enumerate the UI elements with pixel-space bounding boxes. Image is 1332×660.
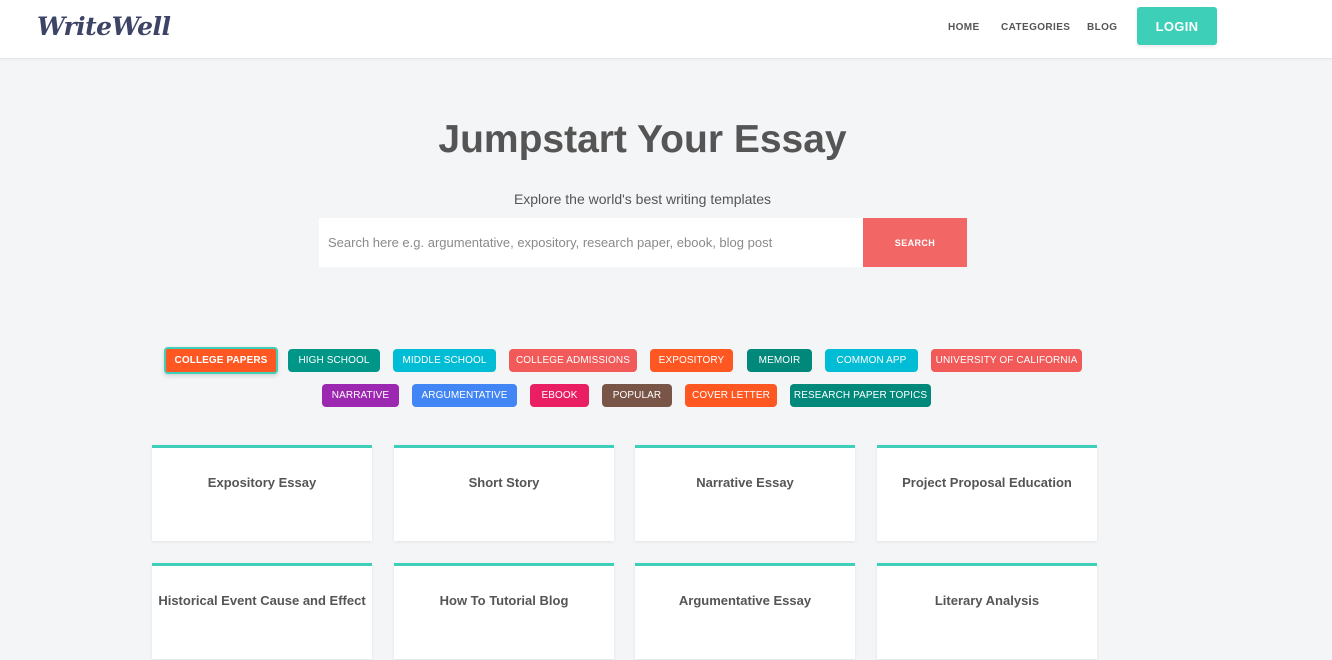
template-card-title: How To Tutorial Blog bbox=[439, 593, 569, 608]
tag-college-papers[interactable]: COLLEGE PAPERS bbox=[164, 347, 278, 374]
hero-title: Jumpstart Your Essay bbox=[438, 118, 847, 161]
tag-middle-school[interactable]: MIDDLE SCHOOL bbox=[393, 349, 496, 372]
tag-narrative[interactable]: NARRATIVE bbox=[322, 384, 399, 407]
login-button[interactable]: LOGIN bbox=[1137, 7, 1217, 45]
nav-home[interactable]: HOME bbox=[948, 22, 980, 33]
template-card[interactable]: Literary Analysis bbox=[877, 563, 1097, 659]
tag-memoir[interactable]: MEMOIR bbox=[747, 349, 812, 372]
tag-university-of-california[interactable]: UNIVERSITY OF CALIFORNIA bbox=[931, 349, 1082, 372]
logo[interactable]: WriteWell bbox=[37, 12, 171, 41]
search-button[interactable]: SEARCH bbox=[863, 218, 967, 267]
tag-expository[interactable]: EXPOSITORY bbox=[650, 349, 733, 372]
template-card-title: Literary Analysis bbox=[934, 593, 1040, 608]
template-card[interactable]: Narrative Essay bbox=[635, 445, 855, 541]
template-card-title: Narrative Essay bbox=[696, 475, 794, 490]
template-card[interactable]: Expository Essay bbox=[152, 445, 372, 541]
template-card-title: Short Story bbox=[468, 475, 540, 490]
template-card[interactable]: Historical Event Cause and Effect bbox=[152, 563, 372, 659]
tag-popular[interactable]: POPULAR bbox=[602, 384, 672, 407]
tag-common-app[interactable]: COMMON APP bbox=[825, 349, 918, 372]
nav-categories[interactable]: CATEGORIES bbox=[1001, 22, 1070, 33]
template-card[interactable]: Short Story bbox=[394, 445, 614, 541]
template-card[interactable]: Project Proposal Education bbox=[877, 445, 1097, 541]
hero-subtitle: Explore the world's best writing templat… bbox=[513, 191, 772, 207]
template-card-title: Argumentative Essay bbox=[678, 593, 812, 608]
search-input[interactable] bbox=[319, 218, 863, 267]
template-card-title: Project Proposal Education bbox=[902, 475, 1072, 490]
navbar: WriteWell HOME CATEGORIES BLOG LOGIN bbox=[0, 0, 1332, 59]
template-card[interactable]: Argumentative Essay bbox=[635, 563, 855, 659]
nav-blog[interactable]: BLOG bbox=[1087, 22, 1118, 33]
template-card-title: Historical Event Cause and Effect bbox=[158, 593, 366, 608]
template-card[interactable]: How To Tutorial Blog bbox=[394, 563, 614, 659]
tag-college-admissions[interactable]: COLLEGE ADMISSIONS bbox=[509, 349, 637, 372]
tag-high-school[interactable]: HIGH SCHOOL bbox=[288, 349, 380, 372]
tag-research-paper-topics[interactable]: RESEARCH PAPER TOPICS bbox=[790, 384, 931, 407]
template-card-title: Expository Essay bbox=[207, 475, 317, 490]
tag-cover-letter[interactable]: COVER LETTER bbox=[685, 384, 777, 407]
tag-argumentative[interactable]: ARGUMENTATIVE bbox=[412, 384, 517, 407]
tag-ebook[interactable]: EBOOK bbox=[530, 384, 589, 407]
